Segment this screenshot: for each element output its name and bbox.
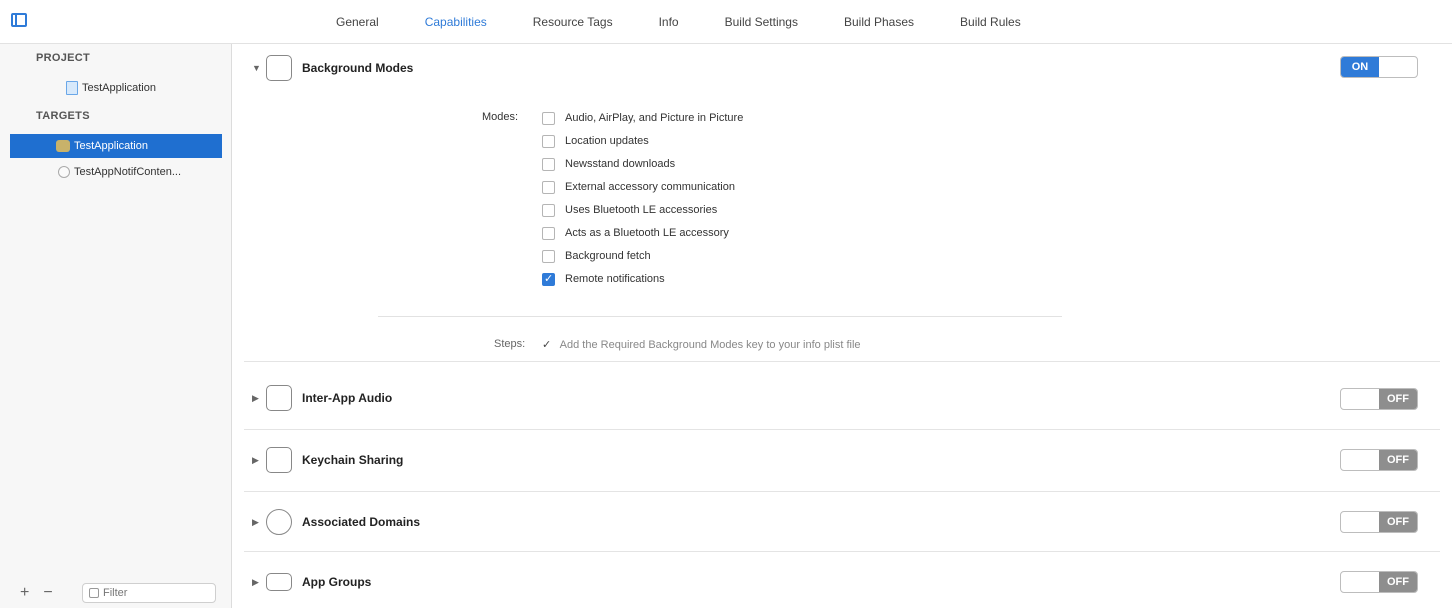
mode-label: Newsstand downloads <box>565 158 676 170</box>
tab-general[interactable]: General <box>336 15 379 29</box>
inter-app-audio-icon <box>266 385 292 411</box>
step-text: Add the Required Background Modes key to… <box>559 339 861 351</box>
step-item: ✓ Add the Required Background Modes key … <box>542 338 861 351</box>
add-target-button[interactable]: + <box>20 584 29 602</box>
inter-app-audio-toggle[interactable]: OFF <box>1340 388 1418 410</box>
mode-label: Background fetch <box>565 250 651 262</box>
capability-title: App Groups <box>302 575 372 589</box>
remove-target-button[interactable]: − <box>43 584 52 602</box>
associated-domains-toggle[interactable]: OFF <box>1340 511 1418 533</box>
checkbox-checked[interactable] <box>542 272 555 286</box>
toggle-off-label: OFF <box>1379 450 1417 470</box>
disclosure-collapsed-icon[interactable]: ▶ <box>252 517 264 528</box>
extension-target-icon <box>58 166 70 178</box>
capability-keychain-sharing: ▶ Keychain Sharing OFF <box>244 430 1440 492</box>
project-heading: PROJECT <box>36 52 91 64</box>
mode-label: External accessory communication <box>565 181 735 193</box>
globe-icon <box>266 509 292 535</box>
capability-title: Keychain Sharing <box>302 453 404 467</box>
toggle-off-label: OFF <box>1379 389 1417 409</box>
tab-build-rules[interactable]: Build Rules <box>960 15 1021 29</box>
capability-header: ▶ Keychain Sharing <box>244 440 1440 480</box>
tabs: General Capabilities Resource Tags Info … <box>336 0 1067 44</box>
disclosure-collapsed-icon[interactable]: ▶ <box>252 577 264 588</box>
mode-bluetooth-central[interactable]: Uses Bluetooth LE accessories <box>542 201 717 219</box>
checkmark-icon: ✓ <box>542 339 552 351</box>
mode-audio[interactable]: Audio, AirPlay, and Picture in Picture <box>542 109 743 127</box>
checkbox[interactable] <box>542 249 555 263</box>
checkbox[interactable] <box>542 226 555 240</box>
toggle-on-label: ON <box>1341 57 1379 77</box>
checkbox[interactable] <box>542 157 555 171</box>
capability-header: ▼ Background Modes <box>244 48 1440 88</box>
project-sidebar: PROJECT TestApplication TARGETS TestAppl… <box>0 44 232 608</box>
divider <box>378 316 1062 317</box>
toggle-off-label: OFF <box>1379 572 1417 592</box>
checkbox[interactable] <box>542 203 555 217</box>
capability-title: Inter-App Audio <box>302 391 393 405</box>
background-modes-icon <box>266 55 292 81</box>
mode-label: Audio, AirPlay, and Picture in Picture <box>565 112 744 124</box>
sidebar-item-label: TestAppNotifConten... <box>74 166 182 178</box>
app-target-icon <box>56 140 70 152</box>
tab-build-phases[interactable]: Build Phases <box>844 15 914 29</box>
capability-header: ▶ App Groups <box>244 562 1440 602</box>
mode-newsstand[interactable]: Newsstand downloads <box>542 155 675 173</box>
navigator-toggle-icon[interactable] <box>11 13 27 27</box>
disclosure-collapsed-icon[interactable]: ▶ <box>252 393 264 404</box>
checkbox[interactable] <box>542 180 555 194</box>
mode-location[interactable]: Location updates <box>542 132 649 150</box>
toggle-off-label: OFF <box>1379 512 1417 532</box>
tab-capabilities[interactable]: Capabilities <box>425 15 487 29</box>
sidebar-footer: + − <box>0 578 232 608</box>
app-groups-toggle[interactable]: OFF <box>1340 571 1418 593</box>
disclosure-collapsed-icon[interactable]: ▶ <box>252 455 264 466</box>
checkbox[interactable] <box>542 134 555 148</box>
modes-label: Modes: <box>482 111 519 123</box>
mode-bluetooth-peripheral[interactable]: Acts as a Bluetooth LE accessory <box>542 224 729 242</box>
capability-header: ▶ Inter-App Audio <box>244 378 1440 418</box>
mode-label: Location updates <box>565 135 649 147</box>
sidebar-item-project[interactable]: TestApplication <box>10 76 222 100</box>
sidebar-item-label: TestApplication <box>74 140 148 152</box>
filter-field[interactable] <box>82 583 216 603</box>
editor-tab-bar: General Capabilities Resource Tags Info … <box>0 0 1452 44</box>
capability-background-modes: ▼ Background Modes ON Modes: Audio, AirP… <box>244 48 1440 362</box>
mode-label: Remote notifications <box>565 273 665 285</box>
tab-build-settings[interactable]: Build Settings <box>725 15 798 29</box>
mode-remote-notifications[interactable]: Remote notifications <box>542 270 665 288</box>
disclosure-expanded-icon[interactable]: ▼ <box>252 63 264 73</box>
targets-heading: TARGETS <box>36 110 90 122</box>
capability-associated-domains: ▶ Associated Domains OFF <box>244 492 1440 552</box>
sidebar-item-target-app[interactable]: TestApplication <box>10 134 222 158</box>
sidebar-item-label: TestApplication <box>82 82 156 94</box>
background-modes-toggle[interactable]: ON <box>1340 56 1418 78</box>
mode-label: Acts as a Bluetooth LE accessory <box>565 227 729 239</box>
mode-background-fetch[interactable]: Background fetch <box>542 247 651 265</box>
tab-info[interactable]: Info <box>659 15 679 29</box>
mode-external-accessory[interactable]: External accessory communication <box>542 178 735 196</box>
capability-title: Associated Domains <box>302 515 421 529</box>
keychain-icon <box>266 447 292 473</box>
filter-icon <box>89 588 99 598</box>
capability-header: ▶ Associated Domains <box>244 502 1440 542</box>
keychain-sharing-toggle[interactable]: OFF <box>1340 449 1418 471</box>
app-groups-icon <box>266 573 292 591</box>
filter-input[interactable] <box>103 587 203 599</box>
mode-label: Uses Bluetooth LE accessories <box>565 204 718 216</box>
tab-resource-tags[interactable]: Resource Tags <box>533 15 613 29</box>
checkbox[interactable] <box>542 111 555 125</box>
steps-label: Steps: <box>494 338 526 350</box>
sidebar-item-target-extension[interactable]: TestAppNotifConten... <box>10 160 222 184</box>
project-file-icon <box>66 81 78 95</box>
capability-app-groups: ▶ App Groups OFF <box>244 552 1440 608</box>
capability-title: Background Modes <box>302 61 414 75</box>
capability-inter-app-audio: ▶ Inter-App Audio OFF <box>244 376 1440 430</box>
